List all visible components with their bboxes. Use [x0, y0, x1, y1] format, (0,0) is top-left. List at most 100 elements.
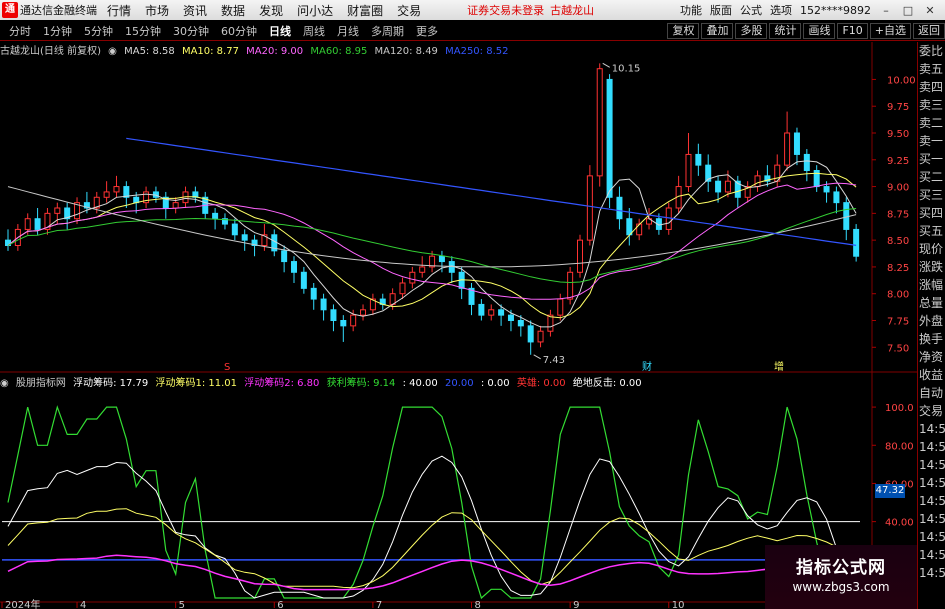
event-tag-cai: 财	[642, 360, 652, 373]
side-panel-cell: 卖四	[919, 80, 944, 94]
multi-stock-button[interactable]: 多股	[735, 22, 768, 39]
candle-body	[54, 207, 61, 214]
candle-body	[695, 153, 702, 166]
candle-body	[113, 186, 120, 193]
period-60min[interactable]: 60分钟	[218, 23, 260, 39]
period-more[interactable]: 更多	[413, 23, 441, 39]
quote-side-panel: 委比 卖五 卖四 卖三 卖二 卖一 买一 买二 买三 买四 买五 现价 涨跌 涨幅 总量 外盘 换手 净资 收益 自动…	[917, 42, 945, 609]
menu-item-faxian[interactable]: 发现	[259, 2, 283, 19]
side-panel-cell: 买三	[919, 188, 944, 202]
period-multi[interactable]: 多周期	[368, 23, 407, 39]
sub-legend-eye-icon[interactable]: ◉	[0, 378, 9, 389]
sub-legend-item: 绝地反击: 0.00	[572, 378, 642, 389]
side-panel-cell: 卖一	[919, 134, 944, 148]
period-5min[interactable]: 5分钟	[81, 23, 116, 39]
menu-item-gongneng[interactable]: 功能	[680, 2, 702, 18]
side-panel-cell: 涨跌	[919, 260, 944, 274]
f10-button[interactable]: F10	[837, 22, 868, 39]
side-panel-cell: 14:56	[919, 512, 945, 526]
candle-body	[586, 175, 593, 241]
menu-item-banmian[interactable]: 版面	[710, 2, 732, 18]
side-panel-cell: 14:56	[919, 440, 945, 454]
candle-body	[616, 196, 623, 220]
candle-body	[330, 309, 337, 321]
side-panel-cell: 交易	[919, 404, 944, 418]
candle-body	[537, 330, 544, 343]
floating-chips-line	[7, 455, 857, 599]
sub-tick-label: 100.0	[885, 403, 914, 414]
period-day[interactable]: 日线	[266, 23, 294, 39]
close-icon[interactable]: ✕	[923, 4, 937, 17]
price-tick-label: 9.50	[887, 129, 909, 140]
title-bar: 通 通达信金融终端 行情 市场 资讯 数据 发现 问小达 财富圈 交易 证券交易…	[0, 0, 945, 20]
period-30min[interactable]: 30分钟	[170, 23, 212, 39]
high-label: 10.15	[612, 63, 641, 74]
candle-body	[291, 261, 297, 273]
candle-body	[636, 223, 643, 236]
main-legend: 古越龙山(日线 前复权) ◉ MA5: 8.58 MA10: 8.77 MA20…	[0, 42, 512, 57]
draw-line-button[interactable]: 画线	[803, 22, 836, 39]
menu-item-wenxiaoda[interactable]: 问小达	[297, 2, 333, 19]
side-panel-cell: 收益	[919, 368, 944, 382]
sub-legend: ◉ 股朋指标网 浮动筹码: 17.79 浮动筹码1: 11.01 浮动筹码2: …	[0, 374, 646, 389]
sub-legend-item: 浮动筹码2: 6.80	[244, 378, 320, 389]
time-tick-label: 9	[573, 600, 579, 609]
profit-chips-line	[7, 405, 857, 600]
candle-body	[547, 314, 554, 332]
menu-item-xuanxiang[interactable]: 选项	[770, 2, 792, 18]
side-panel-cell: 净资	[919, 350, 944, 364]
side-panel-cell: 14:56	[919, 422, 945, 436]
add-watchlist-button[interactable]: +自选	[869, 22, 911, 39]
side-panel-cell: 买一	[919, 152, 944, 166]
menu-item-zixun[interactable]: 资讯	[183, 2, 207, 19]
toolbar-right-buttons: 复权 叠加 多股 统计 画线 F10 +自选 返回	[665, 22, 945, 39]
user-account[interactable]: 152****9892	[800, 4, 871, 17]
menu-item-shuju[interactable]: 数据	[221, 2, 245, 19]
chart-bg	[0, 42, 917, 609]
side-panel-cell: 14:56	[919, 476, 945, 490]
low-label: 7.43	[543, 355, 565, 366]
side-panel-cell: 14:56	[919, 530, 945, 544]
kline-chart[interactable]: 10.00 9.75 9.50 9.25 9.00 8.75 8.50 8.25 8.00 7.7…	[0, 42, 917, 609]
candle-body	[784, 132, 791, 166]
menu-item-shichang[interactable]: 市场	[145, 2, 169, 19]
event-tag-zeng: 增	[774, 360, 784, 373]
sub-legend-item: 英雄: 0.00	[516, 378, 566, 389]
period-month[interactable]: 月线	[334, 23, 362, 39]
app-logo-icon: 通	[2, 2, 18, 18]
candle-body	[823, 186, 830, 193]
menu-item-caifuquan[interactable]: 财富圈	[347, 2, 383, 19]
period-week[interactable]: 周线	[300, 23, 328, 39]
stats-button[interactable]: 统计	[769, 22, 802, 39]
candle-body	[241, 234, 248, 241]
candle-body	[34, 218, 41, 230]
time-tick-label: 2024年	[5, 598, 40, 609]
side-panel-cell: 买五	[919, 224, 944, 238]
menu-item-gongshi[interactable]: 公式	[740, 2, 762, 18]
login-notice[interactable]: 证券交易未登录	[467, 2, 544, 18]
sub-value-badge: 47.32	[875, 484, 905, 498]
legend-ma20: MA20: 9.00	[246, 46, 304, 57]
time-tick-label: 7	[376, 600, 382, 609]
minimize-icon[interactable]: –	[879, 4, 893, 17]
fuquan-button[interactable]: 复权	[667, 22, 700, 39]
maximize-icon[interactable]: □	[901, 4, 915, 17]
time-tick-label: 10	[672, 600, 685, 609]
legend-ma10: MA10: 8.77	[181, 46, 239, 57]
candle-body	[300, 271, 307, 289]
back-button[interactable]: 返回	[913, 22, 945, 39]
period-1min[interactable]: 1分钟	[40, 23, 75, 39]
legend-eye-icon[interactable]: ◉	[108, 46, 117, 57]
period-fenshi[interactable]: 分时	[6, 23, 34, 39]
sub-legend-item: : 0.00	[480, 378, 510, 389]
candle-body	[340, 320, 347, 327]
watermark-url: www.zbgs3.com	[792, 580, 890, 594]
price-tick-label: 9.75	[887, 102, 909, 113]
menu-item-jiaoyi[interactable]: 交易	[397, 2, 421, 19]
candle-body	[626, 218, 633, 236]
overlay-button[interactable]: 叠加	[701, 22, 734, 39]
watermark: 指标公式网 www.zbgs3.com	[765, 545, 917, 609]
menu-item-hangqing[interactable]: 行情	[107, 2, 131, 19]
period-15min[interactable]: 15分钟	[122, 23, 164, 39]
side-panel-cell: 14:56	[919, 494, 945, 508]
